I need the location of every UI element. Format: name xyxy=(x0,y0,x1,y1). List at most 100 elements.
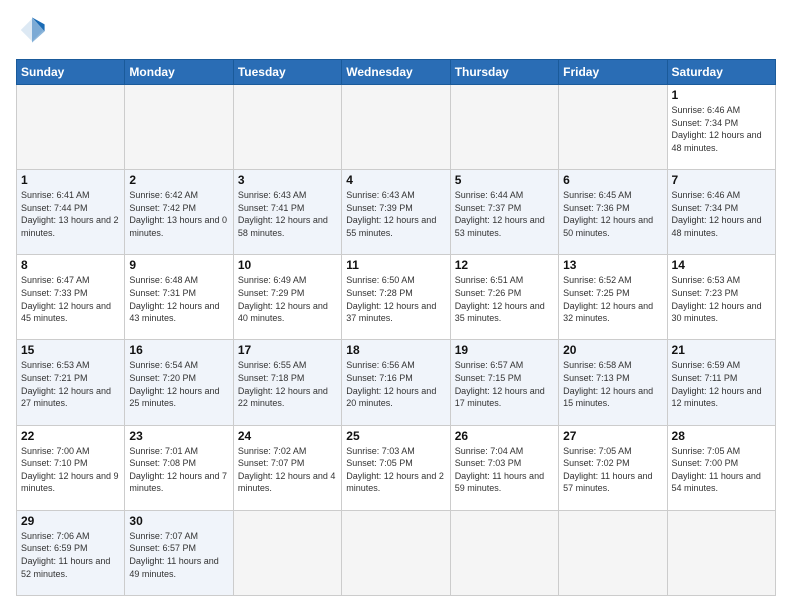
day-cell xyxy=(233,510,341,595)
day-cell: 30 Sunrise: 7:07 AMSunset: 6:57 PMDayligh… xyxy=(125,510,233,595)
day-cell: 28 Sunrise: 7:05 AMSunset: 7:00 PMDayligh… xyxy=(667,425,775,510)
day-info: Sunrise: 6:51 AMSunset: 7:26 PMDaylight:… xyxy=(455,274,554,324)
day-cell: 12 Sunrise: 6:51 AMSunset: 7:26 PMDayligh… xyxy=(450,255,558,340)
day-cell: 9 Sunrise: 6:48 AMSunset: 7:31 PMDaylight… xyxy=(125,255,233,340)
day-number: 1 xyxy=(21,173,120,187)
day-number: 8 xyxy=(21,258,120,272)
day-number: 15 xyxy=(21,343,120,357)
day-info: Sunrise: 6:43 AMSunset: 7:39 PMDaylight:… xyxy=(346,189,445,239)
day-number: 1 xyxy=(672,88,771,102)
day-cell: 3Sunrise: 6:43 AMSunset: 7:41 PMDaylight… xyxy=(233,170,341,255)
day-info: Sunrise: 6:58 AMSunset: 7:13 PMDaylight:… xyxy=(563,359,662,409)
day-number: 11 xyxy=(346,258,445,272)
day-number: 19 xyxy=(455,343,554,357)
week-row-2: 8 Sunrise: 6:47 AMSunset: 7:33 PMDaylight… xyxy=(17,255,776,340)
day-info: Sunrise: 6:55 AMSunset: 7:18 PMDaylight:… xyxy=(238,359,337,409)
day-cell: 1 Sunrise: 6:46 AMSunset: 7:34 PMDaylight… xyxy=(667,85,775,170)
day-number: 9 xyxy=(129,258,228,272)
day-info: Sunrise: 6:41 AMSunset: 7:44 PMDaylight:… xyxy=(21,189,120,239)
day-info: Sunrise: 7:07 AMSunset: 6:57 PMDaylight:… xyxy=(129,530,228,580)
day-cell: 17Sunrise: 6:55 AMSunset: 7:18 PMDayligh… xyxy=(233,340,341,425)
day-info: Sunrise: 6:53 AMSunset: 7:21 PMDaylight:… xyxy=(21,359,120,409)
day-cell: 15 Sunrise: 6:53 AMSunset: 7:21 PMDayligh… xyxy=(17,340,125,425)
day-info: Sunrise: 7:05 AMSunset: 7:00 PMDaylight:… xyxy=(672,445,771,495)
day-cell: 26Sunrise: 7:04 AMSunset: 7:03 PMDayligh… xyxy=(450,425,558,510)
day-info: Sunrise: 6:44 AMSunset: 7:37 PMDaylight:… xyxy=(455,189,554,239)
day-cell: 25Sunrise: 7:03 AMSunset: 7:05 PMDayligh… xyxy=(342,425,450,510)
day-info: Sunrise: 7:05 AMSunset: 7:02 PMDaylight:… xyxy=(563,445,662,495)
day-number: 23 xyxy=(129,429,228,443)
day-number: 29 xyxy=(21,514,120,528)
day-info: Sunrise: 6:48 AMSunset: 7:31 PMDaylight:… xyxy=(129,274,228,324)
day-cell: 1 Sunrise: 6:41 AMSunset: 7:44 PMDaylight… xyxy=(17,170,125,255)
day-info: Sunrise: 6:45 AMSunset: 7:36 PMDaylight:… xyxy=(563,189,662,239)
day-number: 7 xyxy=(672,173,771,187)
day-cell: 11 Sunrise: 6:50 AMSunset: 7:28 PMDayligh… xyxy=(342,255,450,340)
day-number: 20 xyxy=(563,343,662,357)
day-info: Sunrise: 6:52 AMSunset: 7:25 PMDaylight:… xyxy=(563,274,662,324)
day-number: 24 xyxy=(238,429,337,443)
day-cell: 18Sunrise: 6:56 AMSunset: 7:16 PMDayligh… xyxy=(342,340,450,425)
day-number: 27 xyxy=(563,429,662,443)
page: Sunday Monday Tuesday Wednesday Thursday… xyxy=(0,0,792,612)
header xyxy=(16,16,776,49)
day-number: 30 xyxy=(129,514,228,528)
day-cell: 6Sunrise: 6:45 AMSunset: 7:36 PMDaylight… xyxy=(559,170,667,255)
day-cell xyxy=(450,510,558,595)
day-number: 22 xyxy=(21,429,120,443)
day-cell xyxy=(17,85,125,170)
day-number: 14 xyxy=(672,258,771,272)
day-info: Sunrise: 7:02 AMSunset: 7:07 PMDaylight:… xyxy=(238,445,337,495)
week-row-3: 15 Sunrise: 6:53 AMSunset: 7:21 PMDayligh… xyxy=(17,340,776,425)
day-cell xyxy=(342,85,450,170)
logo-icon xyxy=(18,16,46,44)
col-monday: Monday xyxy=(125,60,233,85)
day-info: Sunrise: 6:49 AMSunset: 7:29 PMDaylight:… xyxy=(238,274,337,324)
day-info: Sunrise: 6:50 AMSunset: 7:28 PMDaylight:… xyxy=(346,274,445,324)
day-number: 25 xyxy=(346,429,445,443)
day-number: 4 xyxy=(346,173,445,187)
day-cell: 14 Sunrise: 6:53 AMSunset: 7:23 PMDayligh… xyxy=(667,255,775,340)
day-info: Sunrise: 6:46 AMSunset: 7:34 PMDaylight:… xyxy=(672,189,771,239)
col-thursday: Thursday xyxy=(450,60,558,85)
day-number: 16 xyxy=(129,343,228,357)
day-number: 5 xyxy=(455,173,554,187)
day-number: 18 xyxy=(346,343,445,357)
day-info: Sunrise: 6:47 AMSunset: 7:33 PMDaylight:… xyxy=(21,274,120,324)
day-info: Sunrise: 6:46 AMSunset: 7:34 PMDaylight:… xyxy=(672,104,771,154)
day-cell xyxy=(233,85,341,170)
day-cell: 24 Sunrise: 7:02 AMSunset: 7:07 PMDayligh… xyxy=(233,425,341,510)
day-info: Sunrise: 6:53 AMSunset: 7:23 PMDaylight:… xyxy=(672,274,771,324)
col-sunday: Sunday xyxy=(17,60,125,85)
calendar-body: 1 Sunrise: 6:46 AMSunset: 7:34 PMDaylight… xyxy=(17,85,776,596)
day-cell: 7 Sunrise: 6:46 AMSunset: 7:34 PMDaylight… xyxy=(667,170,775,255)
calendar-header: Sunday Monday Tuesday Wednesday Thursday… xyxy=(17,60,776,85)
day-number: 12 xyxy=(455,258,554,272)
day-number: 28 xyxy=(672,429,771,443)
day-cell xyxy=(125,85,233,170)
day-cell xyxy=(559,510,667,595)
day-info: Sunrise: 6:57 AMSunset: 7:15 PMDaylight:… xyxy=(455,359,554,409)
logo xyxy=(16,16,50,49)
day-info: Sunrise: 6:54 AMSunset: 7:20 PMDaylight:… xyxy=(129,359,228,409)
day-cell: 4 Sunrise: 6:43 AMSunset: 7:39 PMDaylight… xyxy=(342,170,450,255)
day-cell: 5 Sunrise: 6:44 AMSunset: 7:37 PMDaylight… xyxy=(450,170,558,255)
calendar: Sunday Monday Tuesday Wednesday Thursday… xyxy=(16,59,776,596)
day-number: 2 xyxy=(129,173,228,187)
day-number: 21 xyxy=(672,343,771,357)
day-info: Sunrise: 7:04 AMSunset: 7:03 PMDaylight:… xyxy=(455,445,554,495)
day-cell: 22Sunrise: 7:00 AMSunset: 7:10 PMDayligh… xyxy=(17,425,125,510)
week-row-4: 22Sunrise: 7:00 AMSunset: 7:10 PMDayligh… xyxy=(17,425,776,510)
day-cell: 16 Sunrise: 6:54 AMSunset: 7:20 PMDayligh… xyxy=(125,340,233,425)
day-cell: 8 Sunrise: 6:47 AMSunset: 7:33 PMDaylight… xyxy=(17,255,125,340)
day-cell xyxy=(667,510,775,595)
week-row-5: 29 Sunrise: 7:06 AMSunset: 6:59 PMDayligh… xyxy=(17,510,776,595)
col-tuesday: Tuesday xyxy=(233,60,341,85)
day-info: Sunrise: 6:59 AMSunset: 7:11 PMDaylight:… xyxy=(672,359,771,409)
day-number: 10 xyxy=(238,258,337,272)
day-info: Sunrise: 7:06 AMSunset: 6:59 PMDaylight:… xyxy=(21,530,120,580)
day-cell xyxy=(450,85,558,170)
col-wednesday: Wednesday xyxy=(342,60,450,85)
col-friday: Friday xyxy=(559,60,667,85)
week-row-1: 1 Sunrise: 6:41 AMSunset: 7:44 PMDaylight… xyxy=(17,170,776,255)
